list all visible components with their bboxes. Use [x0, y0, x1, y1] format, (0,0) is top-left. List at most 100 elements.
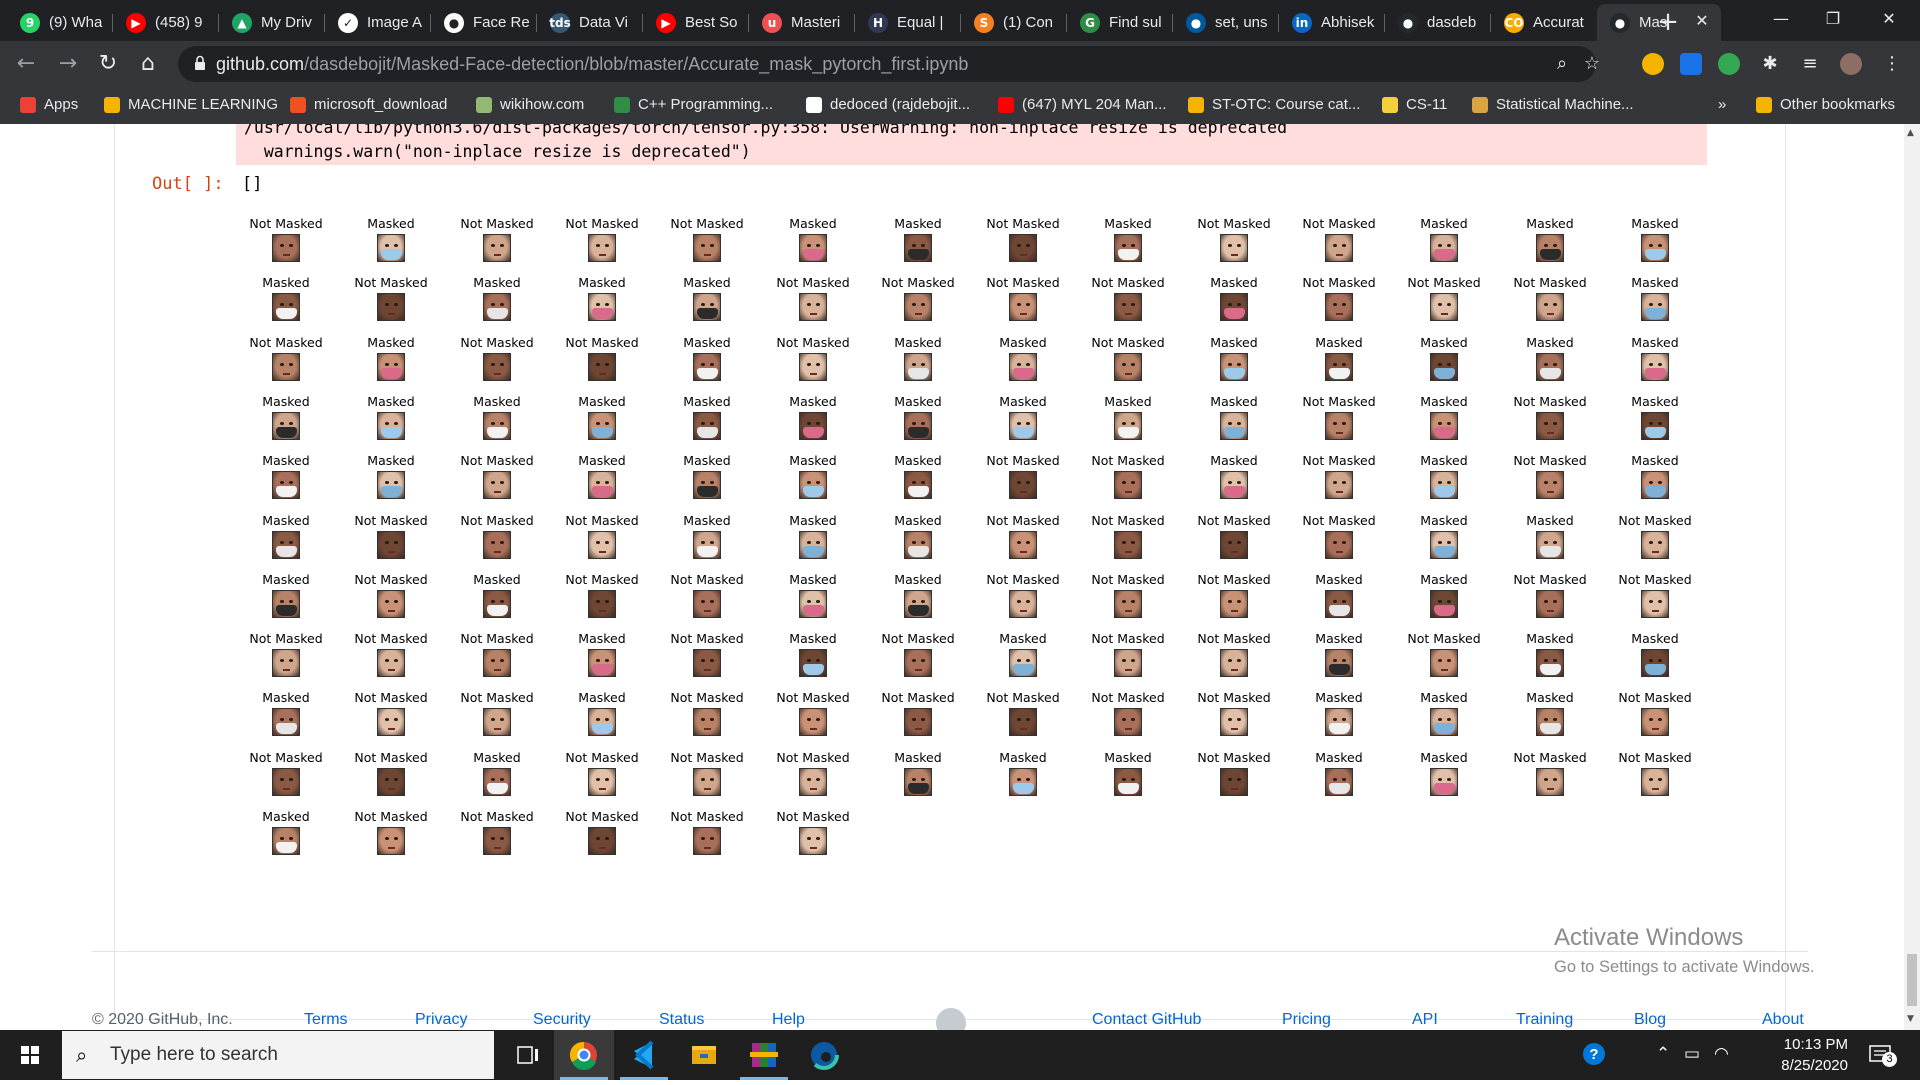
other-bookmarks-folder[interactable]: Other bookmarks	[1756, 96, 1895, 113]
bookmark-item[interactable]: MACHINE LEARNING	[104, 96, 278, 113]
prediction-label: Not Masked	[460, 631, 534, 646]
page-scrollbar[interactable]: ▲ ▼	[1904, 124, 1920, 1030]
bookmark-item[interactable]: ST-OTC: Course cat...	[1188, 96, 1360, 113]
bookmark-item[interactable]: dedoced (rajdebojit...	[806, 96, 970, 113]
bookmark-item[interactable]: Apps	[20, 96, 78, 113]
prediction-cell: Masked	[236, 453, 336, 503]
extension-icon[interactable]	[1680, 53, 1702, 75]
prediction-cell: Not Masked	[657, 631, 757, 681]
chrome-taskbar-app[interactable]	[554, 1030, 614, 1080]
face-thumbnail	[272, 412, 300, 440]
browser-tab[interactable]: ✓ Image A	[325, 4, 431, 41]
show-hidden-icons-chevron-icon[interactable]: ⌃	[1656, 1044, 1670, 1064]
browser-tab[interactable]: tds Data Vi	[537, 4, 643, 41]
notification-center[interactable]: 3	[1868, 1042, 1897, 1073]
zoom-icon[interactable]: ⌕	[1552, 54, 1572, 74]
browser-tab[interactable]: 9 (9) Wha	[7, 4, 113, 41]
prediction-label: Not Masked	[249, 750, 323, 765]
winrar-taskbar-app[interactable]	[734, 1030, 794, 1080]
prediction-cell: Not Masked	[657, 750, 757, 800]
browser-tab[interactable]: ▲ My Driv	[219, 4, 325, 41]
menu-kebab-icon[interactable]: ⋮	[1882, 54, 1902, 74]
github-logo-icon[interactable]	[936, 1008, 966, 1030]
footer-link[interactable]: API	[1412, 1011, 1438, 1029]
bookmark-item[interactable]: Statistical Machine...	[1472, 96, 1634, 113]
bookmark-item[interactable]: CS-11	[1382, 96, 1447, 113]
task-view-button[interactable]	[498, 1030, 558, 1080]
address-bar[interactable]: github.com/dasdebojit/Masked-Face-detect…	[178, 46, 1600, 82]
bookmarks-overflow-chevron-icon[interactable]: »	[1718, 96, 1726, 113]
footer-link[interactable]: Training	[1516, 1011, 1573, 1029]
profile-avatar[interactable]	[1840, 53, 1862, 75]
battery-icon[interactable]: ▭	[1684, 1044, 1700, 1064]
forward-button-icon[interactable]: →	[52, 48, 84, 80]
window-minimize-button[interactable]: —	[1758, 0, 1804, 41]
bookmark-item[interactable]: C++ Programming...	[614, 96, 773, 113]
footer-link[interactable]: Status	[659, 1011, 704, 1029]
prediction-label: Not Masked	[986, 453, 1060, 468]
window-restore-button[interactable]: ❐	[1810, 0, 1856, 41]
face-thumbnail	[1325, 412, 1353, 440]
close-tab-icon[interactable]: ✕	[1693, 12, 1711, 30]
browser-tab[interactable]: ● Face Re	[431, 4, 537, 41]
browser-tab[interactable]: ● set, uns	[1173, 4, 1279, 41]
face-thumbnail	[1536, 293, 1564, 321]
footer-link[interactable]: Help	[772, 1011, 805, 1029]
footer-link[interactable]: Pricing	[1282, 1011, 1331, 1029]
new-tab-button[interactable]: +	[1652, 6, 1684, 38]
reload-button-icon[interactable]: ↻	[92, 48, 124, 80]
help-badge-icon[interactable]: ?	[1582, 1042, 1606, 1071]
bookmark-item[interactable]: (647) MYL 204 Man...	[998, 96, 1167, 113]
file-explorer-taskbar-app[interactable]	[674, 1030, 734, 1080]
prediction-cell: Not Masked	[657, 809, 757, 859]
face-thumbnail	[693, 412, 721, 440]
bookmark-item[interactable]: microsoft_download	[290, 96, 447, 113]
reading-list-icon[interactable]: ≡	[1800, 54, 1820, 74]
start-button[interactable]	[0, 1030, 60, 1080]
browser-tab[interactable]: ● dasdeb	[1385, 4, 1491, 41]
footer-link[interactable]: Privacy	[415, 1011, 467, 1029]
window-close-button[interactable]: ✕	[1866, 0, 1912, 41]
face-thumbnail	[483, 531, 511, 559]
browser-tab[interactable]: ▶ Best So	[643, 4, 749, 41]
footer-link[interactable]: Security	[533, 1011, 591, 1029]
back-button-icon[interactable]: ←	[10, 48, 42, 80]
footer-link[interactable]: Contact GitHub	[1092, 1011, 1201, 1029]
prediction-cell: Not Masked	[973, 690, 1073, 740]
browser-tab[interactable]: CO Accurat	[1491, 4, 1597, 41]
bookmark-item[interactable]: wikihow.com	[476, 96, 584, 113]
prediction-label: Not Masked	[1091, 275, 1165, 290]
face-thumbnail	[1009, 531, 1037, 559]
browser-tab[interactable]: ▶ (458) 9	[113, 4, 219, 41]
footer-link[interactable]: Terms	[304, 1011, 348, 1029]
footer-copyright: © 2020 GitHub, Inc.	[92, 1011, 233, 1028]
footer-link[interactable]: About	[1762, 1011, 1804, 1029]
browser-tab[interactable]: G Find sul	[1067, 4, 1173, 41]
extensions-puzzle-icon[interactable]: ✱	[1760, 54, 1780, 74]
browser-tab[interactable]: u Masteri	[749, 4, 855, 41]
face-thumbnail	[904, 412, 932, 440]
footer-link[interactable]: Blog	[1634, 1011, 1666, 1029]
scroll-up-arrow-icon[interactable]: ▲	[1907, 128, 1914, 138]
wifi-icon[interactable]: ◠	[1714, 1044, 1729, 1064]
browser-tab[interactable]: H Equal |	[855, 4, 961, 41]
extension-icon[interactable]	[1718, 53, 1740, 75]
taskbar-search[interactable]: ⌕ Type here to search	[62, 1031, 494, 1079]
home-button-icon[interactable]: ⌂	[132, 48, 164, 80]
extension-icon[interactable]	[1642, 53, 1664, 75]
face-thumbnail	[377, 590, 405, 618]
prediction-label: Not Masked	[1618, 513, 1692, 528]
prediction-label: Masked	[473, 394, 521, 409]
bookmark-star-icon[interactable]: ☆	[1582, 54, 1602, 74]
scroll-down-arrow-icon[interactable]: ▼	[1907, 1014, 1914, 1024]
face-thumbnail	[1641, 293, 1669, 321]
prediction-cell: Not Masked	[341, 631, 441, 681]
taskbar-clock[interactable]: 10:13 PM 8/25/2020	[1752, 1034, 1848, 1076]
browser-tab[interactable]: in Abhisek	[1279, 4, 1385, 41]
face-thumbnail	[483, 293, 511, 321]
vscode-taskbar-app[interactable]	[614, 1030, 674, 1080]
edge-taskbar-app[interactable]	[794, 1030, 854, 1080]
face-thumbnail	[377, 353, 405, 381]
browser-tab[interactable]: S (1) Con	[961, 4, 1067, 41]
scrollbar-thumb[interactable]	[1907, 954, 1917, 1006]
